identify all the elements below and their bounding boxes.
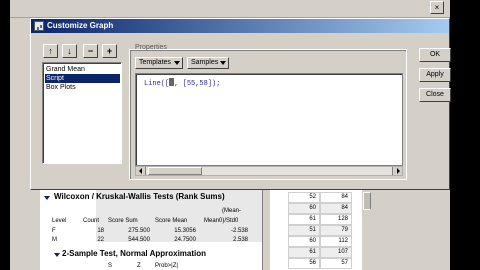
grid-cell[interactable]: 107 xyxy=(320,247,352,258)
report-panel: Wilcoxon / Kruskal-Wallis Tests (Rank Su… xyxy=(40,190,266,270)
row1-score-sum: 275.500 xyxy=(128,228,150,234)
grid-cell[interactable]: 84 xyxy=(320,203,352,214)
row2-score-mean: 24.7500 xyxy=(174,237,196,243)
grid-cell[interactable]: 112 xyxy=(320,236,352,247)
grid-cell[interactable]: 128 xyxy=(320,214,352,225)
row1-score-mean: 15.3056 xyxy=(174,228,196,234)
grid-scrollbar[interactable] xyxy=(362,190,372,270)
grid-cell[interactable]: 57 xyxy=(320,258,352,269)
row2-mean-diff: 2.538 xyxy=(232,237,248,243)
scroll-right-icon[interactable] xyxy=(392,167,402,175)
grid-cell[interactable]: 79 xyxy=(320,225,352,236)
header-mean-diff: Mean0)/Std0 xyxy=(204,218,239,224)
row2-count: 22 xyxy=(97,237,104,243)
grid-cell[interactable]: 52 xyxy=(288,192,320,203)
grid-cell[interactable]: 60 xyxy=(288,236,320,247)
disclosure-triangle-icon[interactable] xyxy=(54,253,60,257)
grid-cell[interactable]: 61 xyxy=(288,247,320,258)
row1-mean-diff: -2.538 xyxy=(230,228,248,234)
apply-button[interactable]: Apply xyxy=(419,68,451,82)
list-item-grand-mean[interactable]: Grand Mean xyxy=(45,65,120,74)
wilcoxon-section-title: Wilcoxon / Kruskal-Wallis Tests (Rank Su… xyxy=(54,192,225,201)
move-up-button[interactable]: ↑ xyxy=(43,44,58,58)
script-code: Line([ , [55,58]); xyxy=(144,78,220,88)
data-grid: 52 84 60 84 61 128 51 79 60 112 61 107 56 57 xyxy=(270,190,362,270)
remove-button[interactable]: − xyxy=(83,44,98,58)
chevron-down-icon xyxy=(174,61,180,65)
header-count: Count xyxy=(83,218,100,224)
header-s: S xyxy=(108,263,113,269)
scrollbar-thumb[interactable] xyxy=(363,192,371,210)
background-app-titlebar: × xyxy=(10,0,450,18)
list-item-script[interactable]: Script xyxy=(45,74,120,83)
dialog-titlebar[interactable]: Customize Graph xyxy=(31,19,449,33)
graph-app-icon xyxy=(34,21,44,31)
grid-cell[interactable]: 56 xyxy=(288,258,320,269)
row2-level: M xyxy=(52,237,57,243)
customize-graph-dialog: Customize Graph ↑ ↓ − + Grand Mean Scrip… xyxy=(30,18,451,190)
header-z: Z xyxy=(137,263,141,269)
grid-cell[interactable]: 60 xyxy=(288,203,320,214)
graph-elements-list[interactable]: Grand Mean Script Box Plots xyxy=(42,62,122,164)
report-scrollbar[interactable] xyxy=(262,190,270,270)
dialog-title: Customize Graph xyxy=(47,21,114,30)
templates-dropdown[interactable]: Templates xyxy=(135,57,183,69)
grid-cell[interactable]: 84 xyxy=(320,192,352,203)
chevron-down-icon xyxy=(220,61,226,65)
row1-count: 18 xyxy=(97,228,104,234)
code-prefix: Line([ xyxy=(144,80,170,88)
header-mean-diff-top: (Mean- xyxy=(222,208,242,214)
samples-dropdown-label: Samples xyxy=(191,59,219,66)
properties-label: Properties xyxy=(135,44,167,51)
list-item-box-plots[interactable]: Box Plots xyxy=(45,83,120,92)
editor-horizontal-scrollbar[interactable] xyxy=(135,166,403,176)
scroll-left-icon[interactable] xyxy=(136,167,146,175)
grid-cell[interactable]: 61 xyxy=(288,214,320,225)
close-icon[interactable]: × xyxy=(430,1,444,14)
templates-dropdown-label: Templates xyxy=(139,59,171,66)
row2-score-sum: 544.500 xyxy=(128,237,150,243)
add-button[interactable]: + xyxy=(102,44,117,58)
script-editor[interactable]: Line([ , [55,58]); xyxy=(135,73,403,166)
ok-button[interactable]: OK xyxy=(419,48,451,62)
code-suffix: , [55,58]); xyxy=(174,80,221,88)
close-button[interactable]: Close xyxy=(419,88,451,102)
scrollbar-thumb[interactable] xyxy=(148,167,202,175)
two-sample-section-title: 2-Sample Test, Normal Approximation xyxy=(62,249,207,258)
header-level: Level xyxy=(52,218,67,224)
screen: × Wilcoxon / Kruskal-Wallis Tests (Rank … xyxy=(0,0,480,270)
grid-cell[interactable]: 51 xyxy=(288,225,320,236)
disclosure-triangle-icon[interactable] xyxy=(44,196,50,200)
move-down-button[interactable]: ↓ xyxy=(62,44,77,58)
samples-dropdown[interactable]: Samples xyxy=(187,57,229,69)
header-score-mean: Score Mean xyxy=(155,218,188,224)
row1-level: F xyxy=(52,228,56,234)
header-prob: Prob>|Z| xyxy=(155,263,178,269)
header-score-sum: Score Sum xyxy=(108,218,138,224)
